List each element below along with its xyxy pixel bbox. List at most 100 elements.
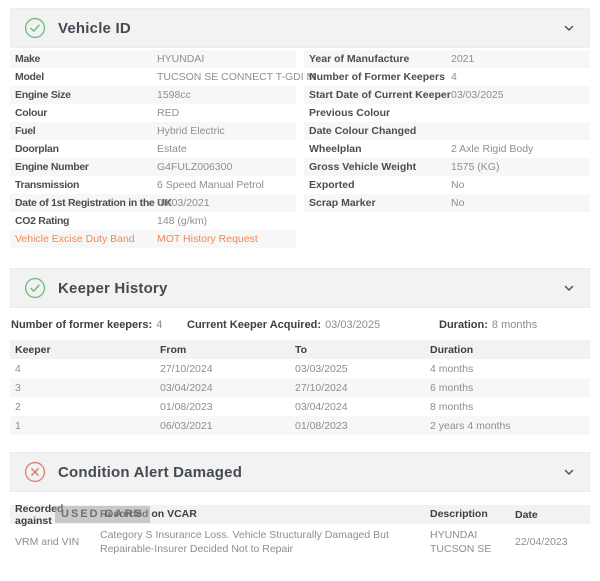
section-title-vehicle-id: Vehicle ID <box>58 20 131 37</box>
detail-label: Model <box>10 72 157 83</box>
detail-value: HYUNDAI <box>157 54 296 65</box>
detail-row: Date Colour Changed <box>304 122 590 140</box>
detail-row: Scrap Marker No <box>304 194 590 212</box>
detail-value: TUCSON SE CONNECT T-GDI M <box>157 72 315 83</box>
chevron-down-icon[interactable] <box>562 21 576 35</box>
vehicle-id-details: Make HYUNDAI Model TUCSON SE CONNECT T-G… <box>10 50 590 248</box>
keeper-table-header-row: Keeper From To Duration <box>10 340 590 359</box>
condition-alert-section-header[interactable]: Condition Alert Damaged <box>10 452 590 492</box>
detail-label: Make <box>10 54 157 65</box>
detail-label: Fuel <box>10 126 157 137</box>
detail-row: CO2 Rating 148 (g/km) <box>10 212 296 230</box>
vehicle-details-right-column: Year of Manufacture 2021 Number of Forme… <box>304 50 590 248</box>
detail-row: Wheelplan 2 Axle Rigid Body <box>304 140 590 158</box>
keeper-history-table: Keeper From To Duration 4 27/10/2024 03/… <box>10 340 590 435</box>
detail-value: 2 Axle Rigid Body <box>451 144 590 155</box>
detail-value: 4 <box>451 72 590 83</box>
column-header: Recorded against <box>10 503 100 527</box>
keeper-number-cell: 2 <box>10 401 160 413</box>
column-header: Description <box>430 507 515 521</box>
detail-value: G4FULZ006300 <box>157 162 296 173</box>
section-title-condition-alert: Condition Alert Damaged <box>58 464 242 481</box>
column-header: Date <box>515 509 590 521</box>
detail-label: Date Colour Changed <box>304 126 451 137</box>
column-header: Keeper <box>10 344 160 356</box>
chevron-down-icon[interactable] <box>562 465 576 479</box>
duration-cell: 8 months <box>430 401 590 413</box>
condition-alert-section: Condition Alert Damaged Recorded against… <box>10 452 590 560</box>
detail-label: Scrap Marker <box>304 198 451 209</box>
vehicle-details-left-rows: Make HYUNDAI Model TUCSON SE CONNECT T-G… <box>10 50 296 230</box>
detail-label: Previous Colour <box>304 108 451 119</box>
detail-row: Fuel Hybrid Electric <box>10 122 296 140</box>
check-circle-icon <box>24 17 46 39</box>
detail-row: Transmission 6 Speed Manual Petrol <box>10 176 296 194</box>
to-date-cell: 01/08/2023 <box>295 420 430 432</box>
detail-value: 6 Speed Manual Petrol <box>157 180 296 191</box>
table-row: 3 03/04/2024 27/10/2024 6 months <box>10 378 590 397</box>
vehicle-id-section-header[interactable]: Vehicle ID <box>10 8 590 48</box>
to-date-cell: 03/03/2025 <box>295 363 430 375</box>
column-header: From <box>160 344 295 356</box>
former-keepers-summary: Number of former keepers:4 <box>11 319 187 331</box>
detail-value: No <box>451 180 590 191</box>
detail-value: 2021 <box>451 54 590 65</box>
detail-label: CO2 Rating <box>10 216 157 227</box>
date-cell: 22/04/2023 <box>515 536 590 548</box>
to-date-cell: 27/10/2024 <box>295 382 430 394</box>
recorded-on-vcar-cell: Category S Insurance Loss. Vehicle Struc… <box>100 528 430 556</box>
keeper-summary: Number of former keepers:4 Current Keepe… <box>10 319 590 331</box>
to-date-cell: 03/04/2024 <box>295 401 430 413</box>
column-header: Recorded on VCAR <box>100 507 430 521</box>
detail-row: Doorplan Estate <box>10 140 296 158</box>
detail-value: Estate <box>157 144 296 155</box>
table-row: 2 01/08/2023 03/04/2024 8 months <box>10 397 590 416</box>
detail-label: Engine Size <box>10 90 157 101</box>
table-row: 1 06/03/2021 01/08/2023 2 years 4 months <box>10 416 590 435</box>
detail-value: 1598cc <box>157 90 296 101</box>
detail-label: Transmission <box>10 180 157 191</box>
column-header: Duration <box>430 344 590 356</box>
detail-label: Exported <box>304 180 451 191</box>
detail-label: Engine Number <box>10 162 157 173</box>
detail-label: Start Date of Current Keeper <box>304 90 451 101</box>
detail-row: Engine Size 1598cc <box>10 86 296 104</box>
keeper-history-section-header[interactable]: Keeper History <box>10 268 590 308</box>
keeper-table-body: 4 27/10/2024 03/03/2025 4 months 3 03/04… <box>10 359 590 435</box>
detail-value: No <box>451 198 590 209</box>
condition-table-header-row: Recorded against Recorded on VCAR Descri… <box>10 505 590 524</box>
detail-row: Start Date of Current Keeper 03/03/2025 <box>304 86 590 104</box>
detail-value: Hybrid Electric <box>157 126 296 137</box>
table-row: 4 27/10/2024 03/03/2025 4 months <box>10 359 590 378</box>
vehicle-details-right-rows: Year of Manufacture 2021 Number of Forme… <box>304 50 590 212</box>
detail-label: Gross Vehicle Weight <box>304 162 451 173</box>
detail-label: Date of 1st Registration in the UK <box>10 198 157 209</box>
detail-label: Wheelplan <box>304 144 451 155</box>
condition-table-body: VRM and VIN Category S Insurance Loss. V… <box>10 524 590 560</box>
detail-row: Exported No <box>304 176 590 194</box>
detail-label: Doorplan <box>10 144 157 155</box>
detail-row: Year of Manufacture 2021 <box>304 50 590 68</box>
from-date-cell: 06/03/2021 <box>160 420 295 432</box>
detail-value: 03/03/2025 <box>451 90 590 101</box>
duration-cell: 2 years 4 months <box>430 420 590 432</box>
detail-label: Year of Manufacture <box>304 54 451 65</box>
keeper-number-cell: 1 <box>10 420 160 432</box>
detail-value: 06/03/2021 <box>157 198 296 209</box>
condition-alert-table: Recorded against Recorded on VCAR Descri… <box>10 505 590 560</box>
detail-row: Gross Vehicle Weight 1575 (KG) <box>304 158 590 176</box>
keeper-history-section: Keeper History Number of former keepers:… <box>10 268 590 435</box>
vehicle-excise-duty-band-link[interactable]: Vehicle Excise Duty Band <box>10 233 157 245</box>
mot-history-request-link[interactable]: MOT History Request <box>157 233 258 245</box>
chevron-down-icon[interactable] <box>562 281 576 295</box>
detail-row: Make HYUNDAI <box>10 50 296 68</box>
duration-cell: 4 months <box>430 363 590 375</box>
vehicle-report-page: Vehicle ID Make HYUNDAI Model TUCSON SE … <box>0 0 600 560</box>
recorded-against-cell: VRM and VIN <box>10 536 100 548</box>
duration-cell: 6 months <box>430 382 590 394</box>
detail-value: 1575 (KG) <box>451 162 590 173</box>
x-circle-icon <box>24 461 46 483</box>
from-date-cell: 03/04/2024 <box>160 382 295 394</box>
duration-summary: Duration:8 months <box>439 319 537 331</box>
detail-row: Number of Former Keepers 4 <box>304 68 590 86</box>
